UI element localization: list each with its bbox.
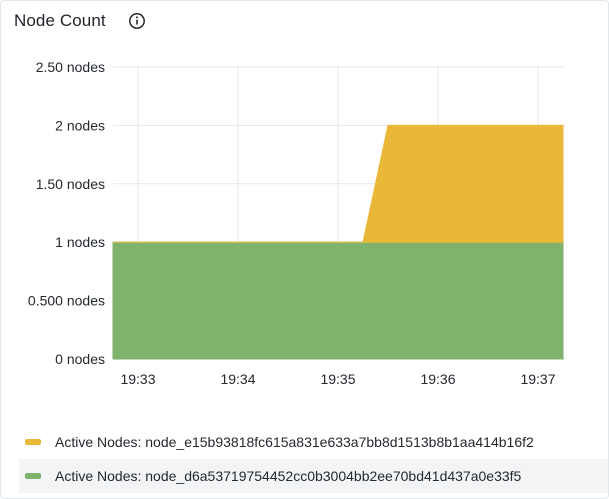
legend-swatch-node-e15b [25,439,41,445]
legend-label: Active Nodes: node_d6a53719754452cc0b300… [55,468,522,484]
y-tick-label: 0.500 nodes [28,293,105,309]
legend-label: Active Nodes: node_e15b93818fc615a831e63… [55,434,534,450]
y-tick-label: 1 nodes [55,234,105,250]
x-tick-label: 19:35 [320,371,355,387]
x-tick-label: 19:34 [220,371,255,387]
x-tick-label: 19:36 [420,371,455,387]
area-series-0 [112,241,564,360]
node-count-panel: Node Count 0 nodes 0.500 nodes 1 nodes 1.50… [0,0,609,499]
node-count-chart[interactable]: 0 nodes 0.500 nodes 1 nodes 1.50 nodes 2 nod… [1,1,609,421]
legend-item-node-d6a5[interactable]: Active Nodes: node_d6a53719754452cc0b300… [19,459,608,493]
legend: Active Nodes: node_e15b93818fc615a831e63… [19,425,608,493]
y-tick-label: 1.50 nodes [36,176,105,192]
y-tick-label: 0 nodes [55,351,105,367]
y-tick-label: 2.50 nodes [36,59,105,75]
legend-swatch-node-d6a5 [25,473,41,479]
x-tick-label: 19:33 [120,371,155,387]
legend-item-node-e15b[interactable]: Active Nodes: node_e15b93818fc615a831e63… [19,425,608,459]
x-tick-label: 19:37 [520,371,555,387]
y-tick-label: 2 nodes [55,117,105,133]
